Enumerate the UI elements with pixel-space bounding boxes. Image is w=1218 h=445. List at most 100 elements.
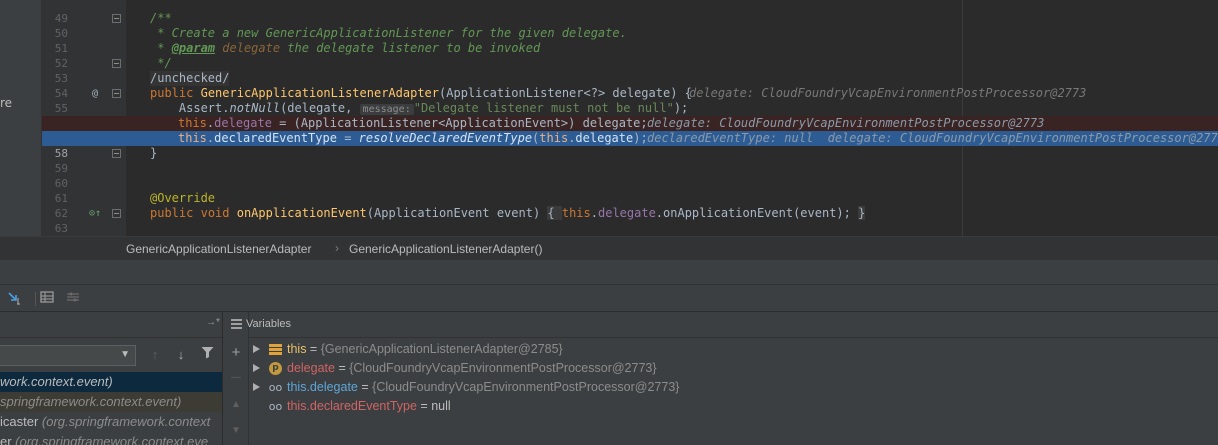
equals-sign: =: [306, 342, 321, 356]
trace-settings-icon[interactable]: [64, 290, 82, 308]
code-line[interactable]: 62 @Override: [42, 191, 1218, 220]
fields-icon: [269, 344, 282, 355]
variables-title: Variables: [246, 318, 292, 330]
expand-arrow-icon[interactable]: [253, 345, 260, 353]
fold-toggle-icon[interactable]: [112, 149, 121, 158]
field-name: declaredEventType: [214, 131, 337, 145]
variable-row[interactable]: oo this.delegate = {CloudFoundryVcapEnvi…: [249, 378, 1218, 397]
implementation-at-icon[interactable]: @: [88, 86, 102, 101]
expand-arrow-icon[interactable]: [253, 383, 260, 391]
stack-frame[interactable]: er (org.springframework.context.eve: [0, 432, 222, 445]
string-literal: "Delegate listener must not be null": [413, 101, 674, 115]
keyword: this: [539, 131, 569, 145]
fold-expand-icon[interactable]: [112, 209, 121, 218]
variables-header: Variables: [231, 312, 1218, 338]
folded-region[interactable]: {: [547, 206, 562, 220]
variable-row[interactable]: this = {GenericApplicationListenerAdapte…: [249, 340, 1218, 359]
expand-arrow-icon[interactable]: [253, 364, 260, 372]
remove-watch-minus-icon[interactable]: —: [227, 369, 245, 387]
breadcrumb-separator: ›: [335, 241, 339, 255]
code-rest: (ApplicationEvent event): [366, 206, 548, 220]
code-line[interactable]: 63 ⊙↑ public void onApplicationEvent(App…: [42, 206, 1218, 235]
parameter-icon: p: [269, 362, 282, 375]
equals-sign: =: [334, 361, 350, 375]
frame-name: er: [0, 434, 16, 445]
fold-toggle-icon[interactable]: [112, 89, 121, 98]
chevron-down-icon: ▼: [120, 349, 130, 360]
move-down-triangle-icon[interactable]: ▼: [227, 422, 245, 440]
variable-name: delegate: [287, 361, 335, 375]
breadcrumb: GenericApplicationListenerAdapter › Gene…: [0, 236, 1218, 260]
thread-selector[interactable]: ▼: [0, 345, 136, 366]
add-watch-plus-icon[interactable]: +: [227, 344, 245, 362]
inline-debug-value: declaredEventType: null delegate: CloudF…: [647, 131, 1218, 145]
restore-layout-icon[interactable]: →*: [206, 317, 220, 328]
left-strip-label: re: [0, 96, 13, 110]
code-line[interactable]: 51 * Create a new GenericApplicationList…: [42, 26, 1218, 55]
variables-list-icon: [231, 319, 242, 329]
parameter-hint: message:: [359, 104, 414, 115]
stack-frame[interactable]: springframework.context.event): [0, 392, 222, 412]
override-icon[interactable]: ⊙↑: [88, 206, 102, 221]
run-to-cursor-icon[interactable]: [6, 290, 24, 308]
fold-toggle-icon[interactable]: [112, 14, 121, 23]
frame-name: icaster: [0, 414, 42, 429]
current-execution-line[interactable]: 58 this.declaredEventType = resolveDecla…: [42, 131, 1218, 160]
previous-frame-arrow-up-icon[interactable]: ↑: [146, 346, 164, 364]
code-line[interactable]: 53 */: [42, 56, 1218, 85]
variable-row[interactable]: oo this.declaredEventType = null: [249, 397, 1218, 416]
code-text: * Create a new GenericApplicationListene…: [150, 26, 627, 40]
code-rest: = (ApplicationListener<ApplicationEvent>…: [271, 116, 648, 130]
breakpoint-line[interactable]: 57 this.delegate = (ApplicationListener<…: [42, 116, 1218, 145]
breadcrumb-method[interactable]: GenericApplicationListenerAdapter(): [349, 242, 542, 256]
field-name: delegate: [598, 206, 656, 220]
move-up-triangle-icon[interactable]: ▲: [227, 396, 245, 414]
code-text: /**: [150, 11, 172, 25]
filter-icon[interactable]: [198, 346, 216, 364]
frames-pane: →* ▼ ↑ ↓ work.context.event) springframe…: [0, 312, 222, 445]
code-part: Assert.: [150, 101, 230, 115]
blank-area: [0, 260, 1218, 284]
code-line[interactable]: 56 Assert.notNull(delegate, message:"Del…: [42, 101, 1218, 130]
variables-pane: Variables this = {GenericApplicationList…: [231, 312, 1218, 445]
code-line[interactable]: 59 }: [42, 146, 1218, 175]
stack-frame[interactable]: work.context.event): [0, 372, 222, 392]
code-line[interactable]: 61: [42, 176, 1218, 205]
evaluate-expression-icon[interactable]: [38, 290, 56, 308]
folded-region[interactable]: }: [858, 206, 866, 220]
frame-package: work.context.event): [0, 374, 113, 389]
field-name: delegate: [575, 131, 634, 145]
breadcrumb-class[interactable]: GenericApplicationListenerAdapter: [126, 242, 311, 256]
code-line[interactable]: 54 /unchecked/: [42, 71, 1218, 100]
code-line[interactable]: 66: [42, 221, 1218, 236]
javadoc-tag: @param: [171, 41, 216, 55]
toolbar-separator: [35, 292, 36, 306]
fold-toggle-icon[interactable]: [112, 59, 121, 68]
next-frame-arrow-down-icon[interactable]: ↓: [172, 346, 190, 364]
keyword: public: [150, 86, 194, 100]
keyword: this: [561, 206, 591, 220]
method-name: GenericApplicationListenerAdapter: [200, 86, 440, 100]
code-text: public GenericApplicationListenerAdapter…: [150, 86, 692, 101]
code-part: =: [336, 131, 359, 145]
inline-debug-value: delegate: CloudFoundryVcapEnvironmentPos…: [689, 86, 1087, 100]
equals-sign: =: [416, 399, 432, 413]
keyword: this: [178, 116, 207, 130]
code-editor[interactable]: re 49 50 /** 51 * Create a new GenericAp…: [0, 0, 1218, 236]
code-text: this.delegate = (ApplicationListener<App…: [178, 116, 648, 131]
code-line[interactable]: 55 @ public GenericApplicationListenerAd…: [42, 86, 1218, 115]
variable-name: this: [287, 342, 307, 356]
code-line[interactable]: 52 * @param delegate the delegate listen…: [42, 41, 1218, 70]
code-line[interactable]: 50 /**: [42, 11, 1218, 40]
suppressed-annotation-text: /unchecked/: [150, 71, 230, 86]
keyword: public: [150, 206, 194, 220]
variable-value: null: [431, 399, 451, 413]
frame-package: (org.springframework.context: [41, 414, 211, 429]
keyword: this: [178, 131, 207, 145]
frames-header: →*: [0, 312, 222, 338]
stack-frame[interactable]: icaster (org.springframework.context: [0, 412, 222, 432]
code-line[interactable]: 49: [42, 0, 1218, 25]
variable-row[interactable]: p delegate = {CloudFoundryVcapEnvironmen…: [249, 359, 1218, 378]
watch-icon: oo: [268, 400, 283, 413]
code-line[interactable]: 60: [42, 161, 1218, 190]
